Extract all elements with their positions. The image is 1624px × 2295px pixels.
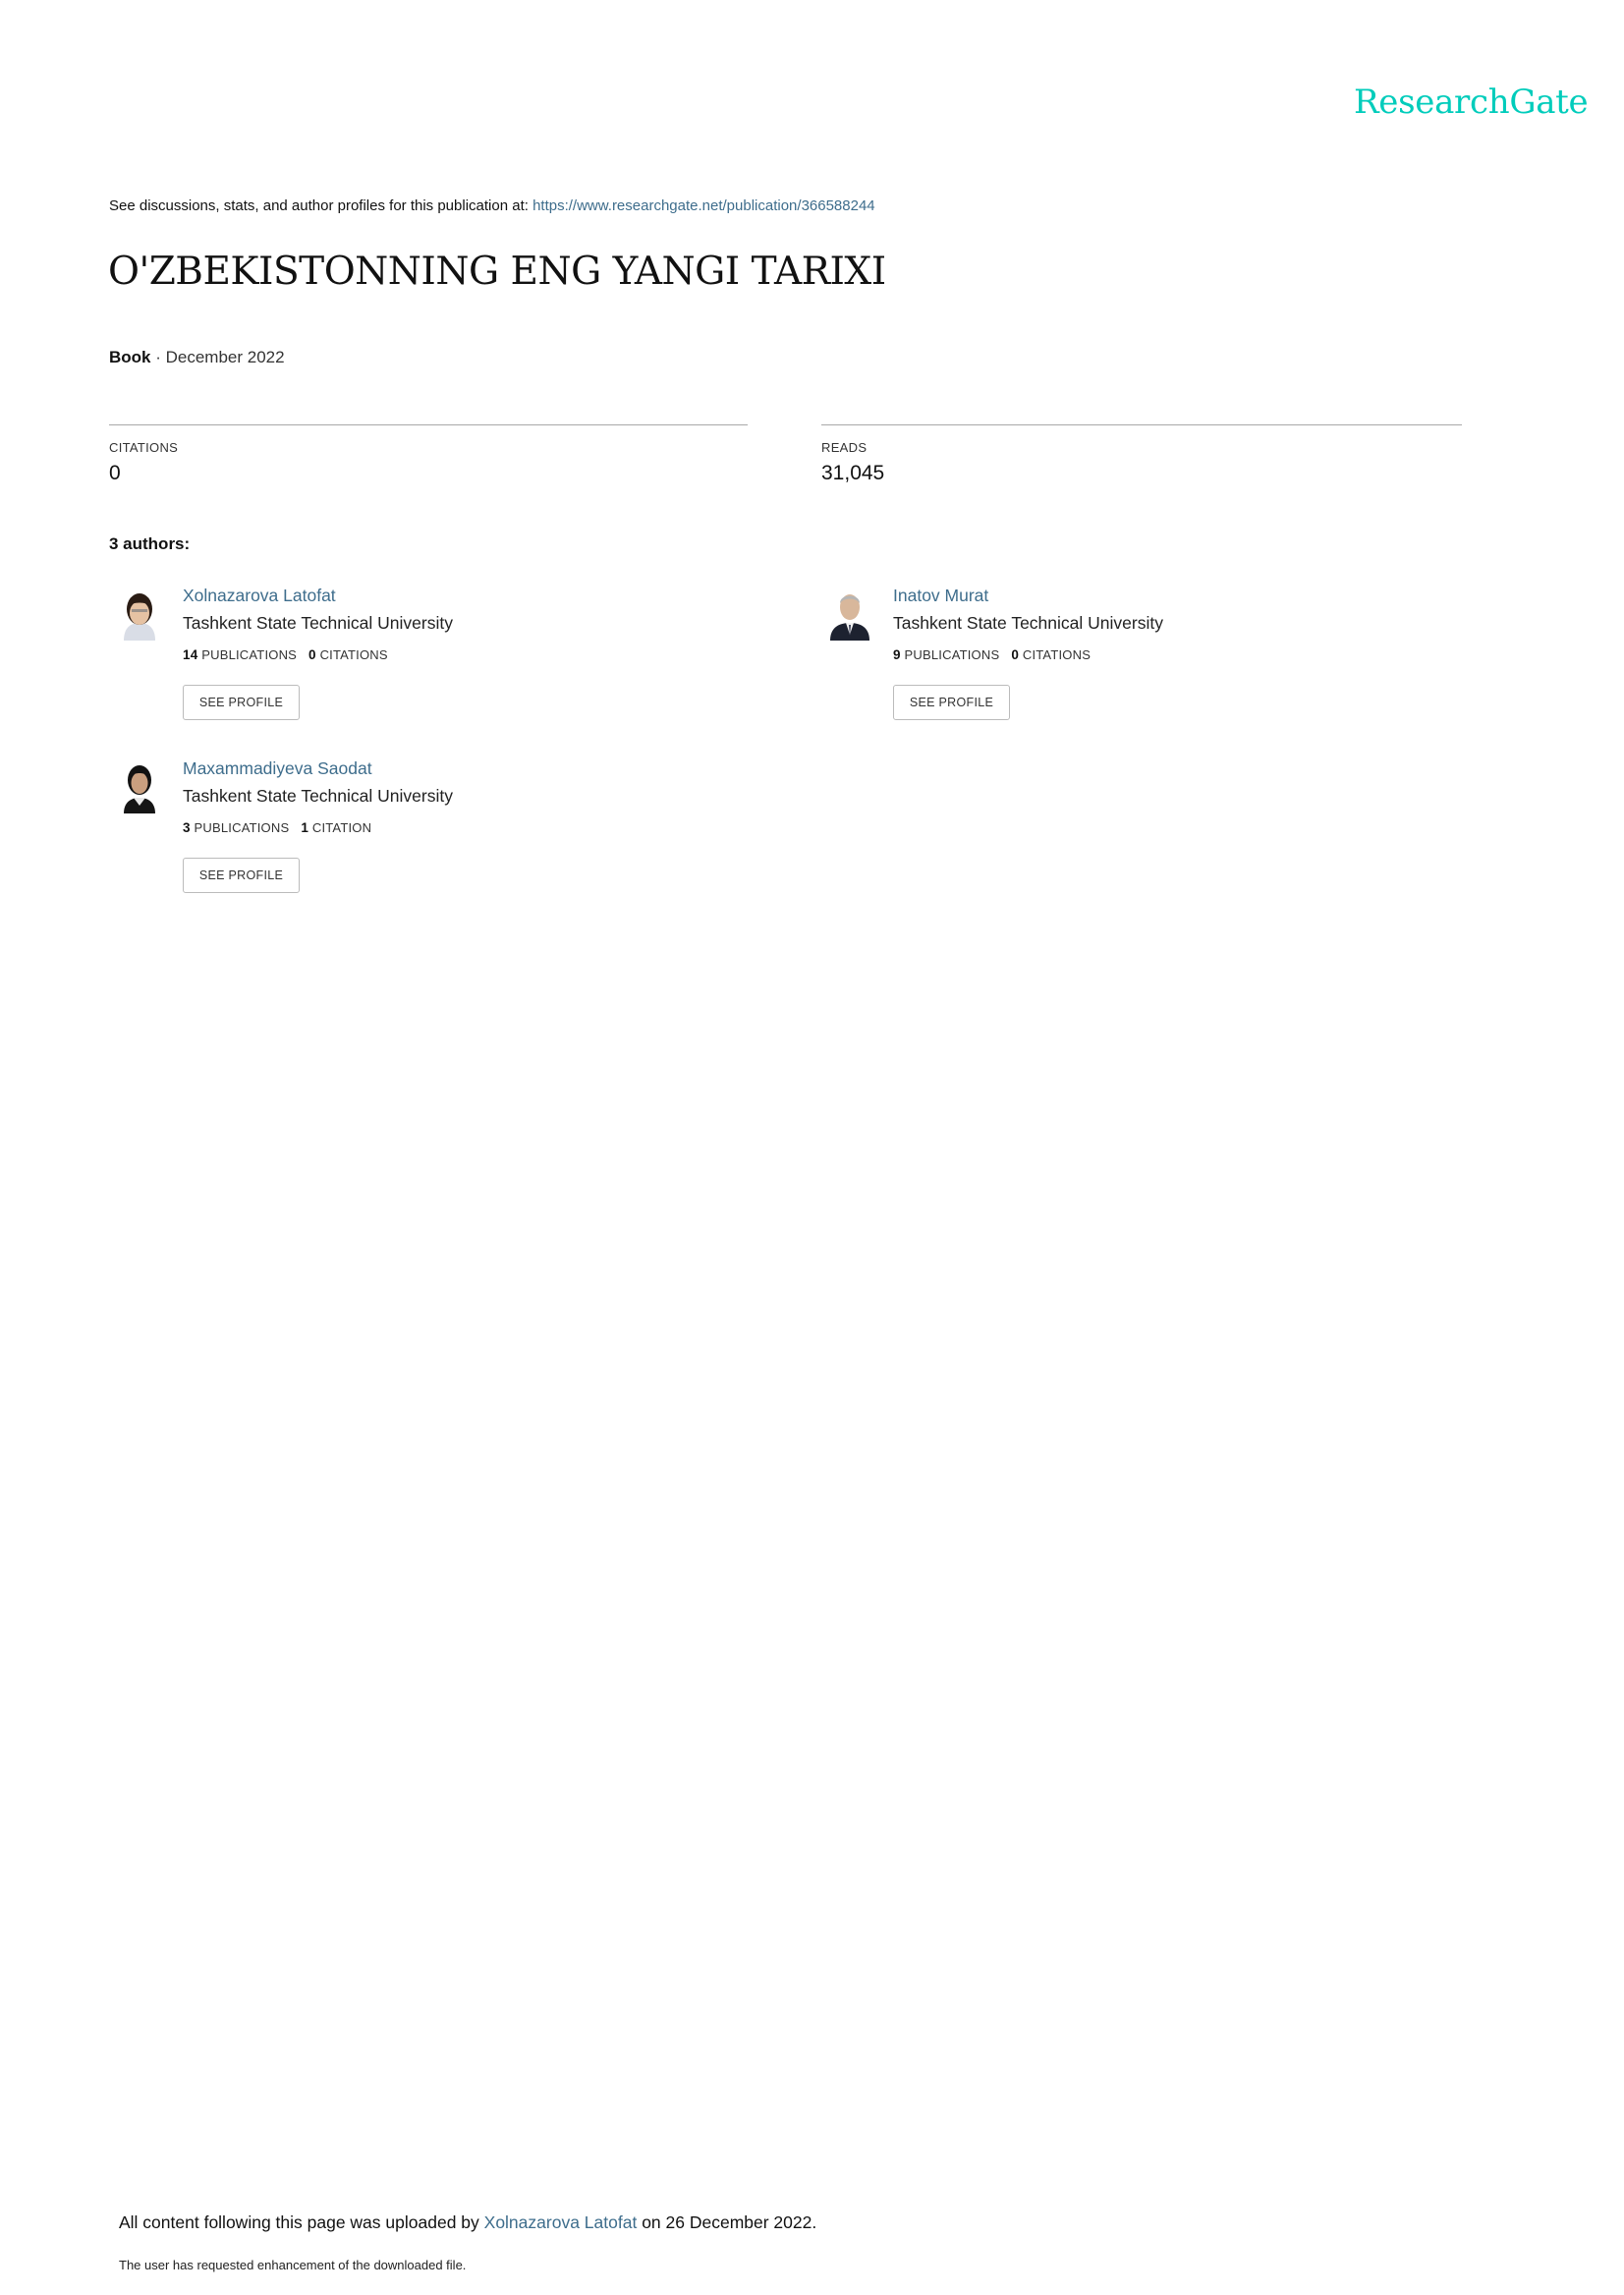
person-photo-icon[interactable] [826, 586, 873, 641]
citations-label: CITATIONS [109, 440, 179, 455]
citations-value: 0 [109, 462, 121, 484]
citations-count: 1 [301, 820, 309, 835]
citations-count: 0 [308, 647, 316, 662]
person-photo-icon[interactable] [116, 586, 163, 641]
citations-count: 0 [1011, 647, 1020, 662]
publication-title: O'ZBEKISTONNING ENG YANGI TARIXI [108, 250, 886, 294]
publications-count: 9 [893, 647, 901, 662]
avatar-photo-svg [826, 586, 873, 641]
uploader-link[interactable]: Xolnazarova Latofat [484, 2212, 638, 2232]
reads-value: 31,045 [821, 462, 885, 484]
upload-notice: All content following this page was uplo… [119, 2212, 816, 2233]
reads-label: READS [821, 440, 868, 455]
publication-intro-line: See discussions, stats, and author profi… [109, 197, 875, 214]
author-card: Xolnazarova Latofat Tashkent State Techn… [110, 586, 719, 743]
author-citations-label: CITATION [311, 820, 372, 835]
see-profile-button[interactable]: SEE PROFILE [183, 858, 300, 893]
author-stats: 3 PUBLICATIONS 1 CITATION [183, 820, 371, 835]
publication-meta: Book · December 2022 [109, 348, 285, 367]
author-name-link[interactable]: Maxammadiyeva Saodat [183, 758, 372, 779]
citations-divider [109, 424, 748, 425]
publication-url-link[interactable]: https://www.researchgate.net/publication… [532, 197, 875, 214]
reads-divider [821, 424, 1462, 425]
author-institution: Tashkent State Technical University [183, 786, 453, 806]
publications-count: 3 [183, 820, 191, 835]
publications-count: 14 [183, 647, 198, 662]
author-stats: 14 PUBLICATIONS 0 CITATIONS [183, 647, 388, 662]
upload-prefix: All content following this page was uplo… [119, 2212, 479, 2232]
author-citations-label: CITATIONS [1022, 647, 1092, 662]
see-profile-button[interactable]: SEE PROFILE [183, 685, 300, 720]
authors-heading: 3 authors: [109, 534, 191, 553]
avatar-photo-svg [116, 758, 163, 813]
publications-label: PUBLICATIONS [201, 647, 298, 662]
publications-label: PUBLICATIONS [194, 820, 290, 835]
author-citations-label: CITATIONS [319, 647, 388, 662]
publication-date: December 2022 [165, 348, 285, 366]
author-card: Maxammadiyeva Saodat Tashkent State Tech… [110, 758, 719, 916]
author-institution: Tashkent State Technical University [183, 613, 453, 633]
author-name-link[interactable]: Xolnazarova Latofat [183, 586, 336, 606]
publication-type: Book [109, 348, 151, 366]
enhancement-note: The user has requested enhancement of th… [119, 2258, 467, 2272]
author-name-link[interactable]: Inatov Murat [893, 586, 988, 606]
author-card: Inatov Murat Tashkent State Technical Un… [820, 586, 1429, 743]
upload-suffix: on 26 December 2022. [642, 2212, 817, 2232]
person-photo-icon[interactable] [116, 758, 163, 813]
intro-prefix-text: See discussions, stats, and author profi… [109, 197, 529, 214]
avatar-photo-svg [116, 586, 163, 641]
see-profile-button[interactable]: SEE PROFILE [893, 685, 1010, 720]
meta-separator: · [150, 348, 166, 366]
author-stats: 9 PUBLICATIONS 0 CITATIONS [893, 647, 1091, 662]
publications-label: PUBLICATIONS [904, 647, 1000, 662]
author-institution: Tashkent State Technical University [893, 613, 1163, 633]
researchgate-logo: ResearchGate [1354, 83, 1589, 122]
